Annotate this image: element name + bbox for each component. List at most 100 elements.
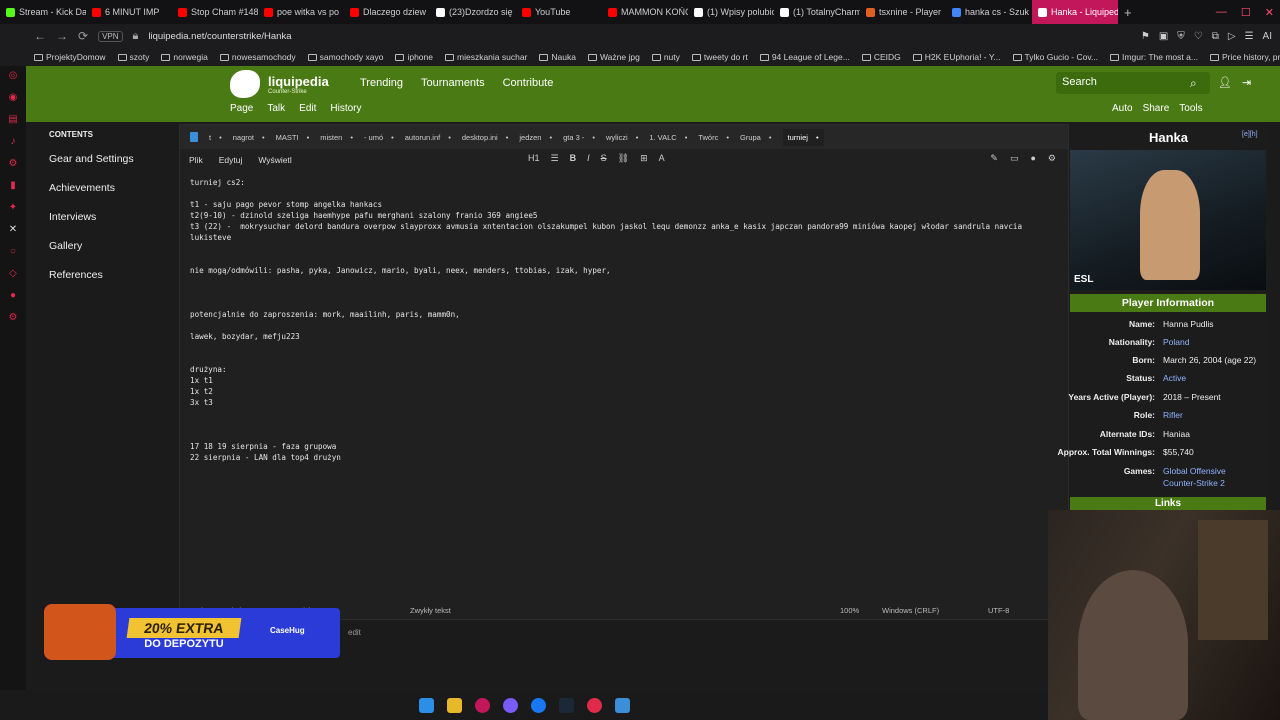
bold-icon[interactable]: B [570, 153, 577, 164]
browser-tab[interactable]: (1) Wpisy polubic [688, 0, 774, 24]
messenger-app-icon[interactable] [502, 697, 518, 713]
settings-gear-icon[interactable]: ⚙ [1048, 153, 1056, 164]
ai-button[interactable]: AI [1263, 31, 1272, 42]
tab-close-dot-icon[interactable]: • [262, 133, 265, 142]
tab-close-dot-icon[interactable]: • [726, 133, 729, 142]
contents-item[interactable]: Gallery [49, 240, 176, 252]
notepad-tab[interactable]: - umó • [364, 133, 394, 142]
reload-icon[interactable]: ⟳ [78, 29, 88, 43]
twitch-icon[interactable]: ▮ [10, 180, 16, 191]
search-input[interactable]: Search [1056, 72, 1210, 94]
search-icon[interactable]: ⌕ [1190, 76, 1197, 91]
star-icon[interactable]: ✦ [9, 202, 17, 213]
bookmark-item[interactable]: nuty [651, 52, 680, 62]
bookmark-item[interactable]: mieszkania suchar [445, 52, 527, 62]
tab-history[interactable]: History [330, 103, 361, 114]
copilot-icon[interactable]: ✎ [990, 153, 998, 164]
vpn-badge[interactable]: VPN [98, 30, 123, 42]
nav-trending[interactable]: Trending [360, 77, 403, 89]
heading-dropdown[interactable]: H1 [528, 153, 540, 164]
bookmark-item[interactable]: Imgur: The most a... [1110, 52, 1198, 62]
nav-tournaments[interactable]: Tournaments [421, 77, 485, 89]
tab-close-dot-icon[interactable]: • [350, 133, 353, 142]
steam-app-icon[interactable] [558, 697, 574, 713]
minimize-button[interactable]: — [1216, 6, 1227, 18]
menu-0[interactable]: Plik [189, 155, 203, 165]
strikethrough-icon[interactable]: S [601, 153, 607, 164]
menu-1[interactable]: Edytuj [219, 155, 243, 165]
instagram-icon[interactable]: ◉ [9, 92, 18, 103]
gear-icon[interactable]: ⚙ [9, 312, 18, 323]
tab-talk[interactable]: Talk [267, 103, 285, 114]
text-mode[interactable]: Zwykły tekst [410, 606, 451, 615]
maximize-button[interactable]: ☐ [1241, 6, 1251, 19]
bookmark-item[interactable]: 94 League of Lege... [759, 52, 850, 62]
tool-share[interactable]: Share [1143, 103, 1170, 114]
menu-icon[interactable]: ☰ [1245, 31, 1254, 42]
new-tab-button[interactable]: + [1118, 5, 1138, 20]
tool-tools[interactable]: Tools [1179, 103, 1202, 114]
browser-tab[interactable]: poe witka vs po [258, 0, 344, 24]
extensions-icon[interactable]: ⧉ [1212, 31, 1219, 42]
notepad-tab[interactable]: misten • [320, 133, 353, 142]
notepad-tab[interactable]: Twórc • [698, 133, 729, 142]
nav-contribute[interactable]: Contribute [503, 77, 554, 89]
tool-auto[interactable]: Auto [1112, 103, 1133, 114]
bookmark-item[interactable]: Tylko Gucio - Cov... [1012, 52, 1098, 62]
tab-close-dot-icon[interactable]: • [636, 133, 639, 142]
list-icon[interactable]: ☰ [551, 153, 559, 164]
notepad-tab[interactable]: autorun.inf • [405, 133, 451, 142]
bookmark-item[interactable]: norwegia [161, 52, 208, 62]
notepad-tab[interactable]: desktop.ini • [462, 133, 509, 142]
app-icon[interactable] [586, 697, 602, 713]
browser-tab[interactable]: (1) TotalnyCharm [774, 0, 860, 24]
bookmark-item[interactable]: Nauka [539, 52, 576, 62]
dot-icon[interactable]: ● [10, 290, 16, 301]
opera-icon[interactable] [474, 697, 490, 713]
notepad-tab[interactable]: gta 3 - • [563, 133, 595, 142]
notepad-tab[interactable]: t • [209, 133, 222, 142]
bookmark-item[interactable]: iphone [395, 52, 433, 62]
back-icon[interactable]: ← [34, 29, 46, 43]
tab-close-dot-icon[interactable]: • [448, 133, 451, 142]
notepad-tab[interactable]: wyliczi • [606, 133, 638, 142]
infobox-edit-icons[interactable]: [e][h] [1242, 131, 1258, 138]
bookmark-icon[interactable]: ⚑ [1141, 31, 1150, 42]
close-window-button[interactable]: ✕ [1265, 6, 1274, 19]
tab-close-dot-icon[interactable]: • [592, 133, 595, 142]
browser-tab[interactable]: Dlaczego dziew [344, 0, 430, 24]
browser-tab[interactable]: hanka cs - Szuk [946, 0, 1032, 24]
bookmark-item[interactable]: ProjektyDomow [34, 52, 106, 62]
menu-2[interactable]: Wyświetl [258, 155, 291, 165]
encoding[interactable]: UTF-8 [988, 606, 1009, 615]
edit-link[interactable]: edit [348, 628, 361, 637]
tab-close-dot-icon[interactable]: • [307, 133, 310, 142]
infobox-value[interactable]: Global Offensive [1163, 466, 1226, 476]
clear-format-icon[interactable]: A [659, 153, 665, 164]
facebook-icon[interactable] [530, 697, 546, 713]
cube-icon[interactable]: ◇ [9, 268, 17, 279]
infobox-value[interactable]: Rifler [1163, 410, 1183, 420]
bookmark-item[interactable]: tweety do rt [691, 52, 748, 62]
tab-close-dot-icon[interactable]: • [769, 133, 772, 142]
account-icons[interactable]: 👤︎⇥ [1218, 76, 1261, 89]
heart-icon[interactable]: ♡ [1194, 31, 1203, 42]
tab-close-dot-icon[interactable]: • [549, 133, 552, 142]
notepad-tab[interactable]: turniej • [782, 128, 824, 146]
bookmark-item[interactable]: nowesamochody [219, 52, 296, 62]
steam-icon[interactable]: ⚙ [9, 158, 18, 169]
contents-item[interactable]: Achievements [49, 182, 176, 194]
browser-tab[interactable]: (23)Dzordzo się [430, 0, 516, 24]
notepad-tab[interactable]: 1. VALC • [649, 133, 687, 142]
tab-close-dot-icon[interactable]: • [685, 133, 688, 142]
calendar-icon[interactable]: ▤ [8, 114, 17, 125]
browser-tab[interactable]: Stop Cham #148 [172, 0, 258, 24]
browser-tab[interactable]: Hanka - Liquipedia Counte [1032, 0, 1118, 24]
bookmark-item[interactable]: H2K EUphoria! - Y... [912, 52, 1001, 62]
avatar[interactable]: ● [1030, 153, 1035, 164]
infobox-value[interactable]: Active [1163, 373, 1186, 383]
play-icon[interactable]: ▷ [1228, 31, 1236, 42]
notepad-tab[interactable]: nagrot • [233, 133, 265, 142]
browser-tab[interactable]: tsxnine - Player [860, 0, 946, 24]
bookmark-item[interactable]: CEIDG [861, 52, 901, 62]
